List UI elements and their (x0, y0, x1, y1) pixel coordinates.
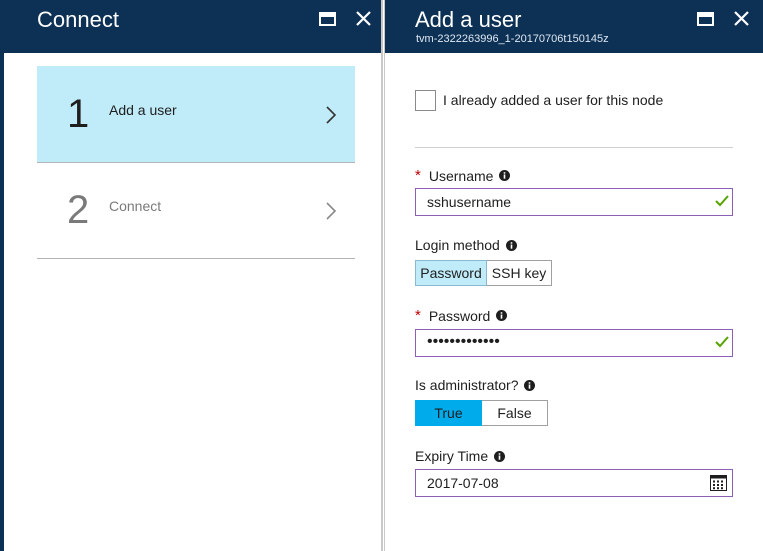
already-added-label: I already added a user for this node (443, 92, 664, 108)
login-method-toggle: Password SSH key (415, 260, 552, 286)
info-icon[interactable] (499, 170, 511, 181)
username-label-text: Username (428, 167, 494, 184)
chevron-right-icon (325, 202, 337, 220)
expiry-time-label-text: Expiry Time (415, 448, 489, 464)
add-user-blade-header: Add a user tvm-2322263996_1-20170706t150… (385, 0, 763, 53)
is-admin-true-option[interactable]: True (415, 400, 482, 426)
password-label: * Password (415, 307, 508, 324)
login-method-ssh-key-option[interactable]: SSH key (487, 260, 552, 286)
username-input[interactable]: sshusername (415, 188, 733, 216)
step-label: Add a user (109, 102, 177, 118)
add-user-blade: Add a user tvm-2322263996_1-20170706t150… (384, 0, 763, 551)
calendar-icon[interactable] (710, 474, 727, 491)
step-number: 1 (67, 92, 90, 136)
close-icon[interactable] (732, 9, 752, 29)
password-masked-value: ••••••••••••• (427, 333, 500, 350)
password-label-text: Password (428, 307, 491, 324)
is-admin-toggle: True False (415, 400, 548, 426)
required-mark: * (415, 167, 421, 184)
node-id-subtitle: tvm-2322263996_1-20170706t150145z (416, 33, 609, 45)
step-divider (37, 258, 355, 259)
close-icon[interactable] (354, 9, 374, 29)
username-label: * Username (415, 167, 511, 184)
is-admin-false-option[interactable]: False (482, 400, 548, 426)
expiry-time-label: Expiry Time (415, 448, 506, 464)
username-field: sshusername (415, 188, 733, 216)
info-icon[interactable] (494, 450, 506, 462)
login-method-label: Login method (415, 237, 517, 253)
connect-blade-title: Connect (37, 7, 119, 32)
add-user-blade-title: Add a user (415, 7, 522, 32)
section-divider (415, 147, 733, 148)
required-mark: * (415, 307, 421, 324)
checkmark-icon (715, 335, 729, 349)
expiry-time-input[interactable]: 2017-07-08 (415, 469, 733, 497)
already-added-checkbox[interactable] (415, 90, 436, 111)
password-field: ••••••••••••• (415, 329, 733, 357)
step-number: 2 (67, 188, 90, 232)
maximize-icon[interactable] (696, 9, 716, 29)
info-icon[interactable] (524, 379, 536, 391)
login-method-label-text: Login method (415, 237, 500, 253)
step-add-a-user[interactable]: 1 Add a user (37, 66, 355, 162)
expiry-time-field: 2017-07-08 (415, 469, 733, 497)
connect-blade-header: Connect (4, 0, 381, 53)
chevron-right-icon (325, 106, 337, 124)
is-admin-label-text: Is administrator? (415, 377, 519, 393)
step-connect[interactable]: 2 Connect (37, 162, 355, 258)
is-admin-label: Is administrator? (415, 377, 536, 393)
checkmark-icon (715, 194, 729, 208)
maximize-icon[interactable] (318, 9, 338, 29)
password-input[interactable]: ••••••••••••• (415, 329, 733, 357)
step-label: Connect (109, 198, 162, 214)
connect-blade: Connect 1 Add a user 2 Connect (0, 0, 383, 551)
login-method-password-option[interactable]: Password (415, 260, 487, 286)
info-icon[interactable] (505, 239, 517, 251)
info-icon[interactable] (496, 310, 508, 321)
